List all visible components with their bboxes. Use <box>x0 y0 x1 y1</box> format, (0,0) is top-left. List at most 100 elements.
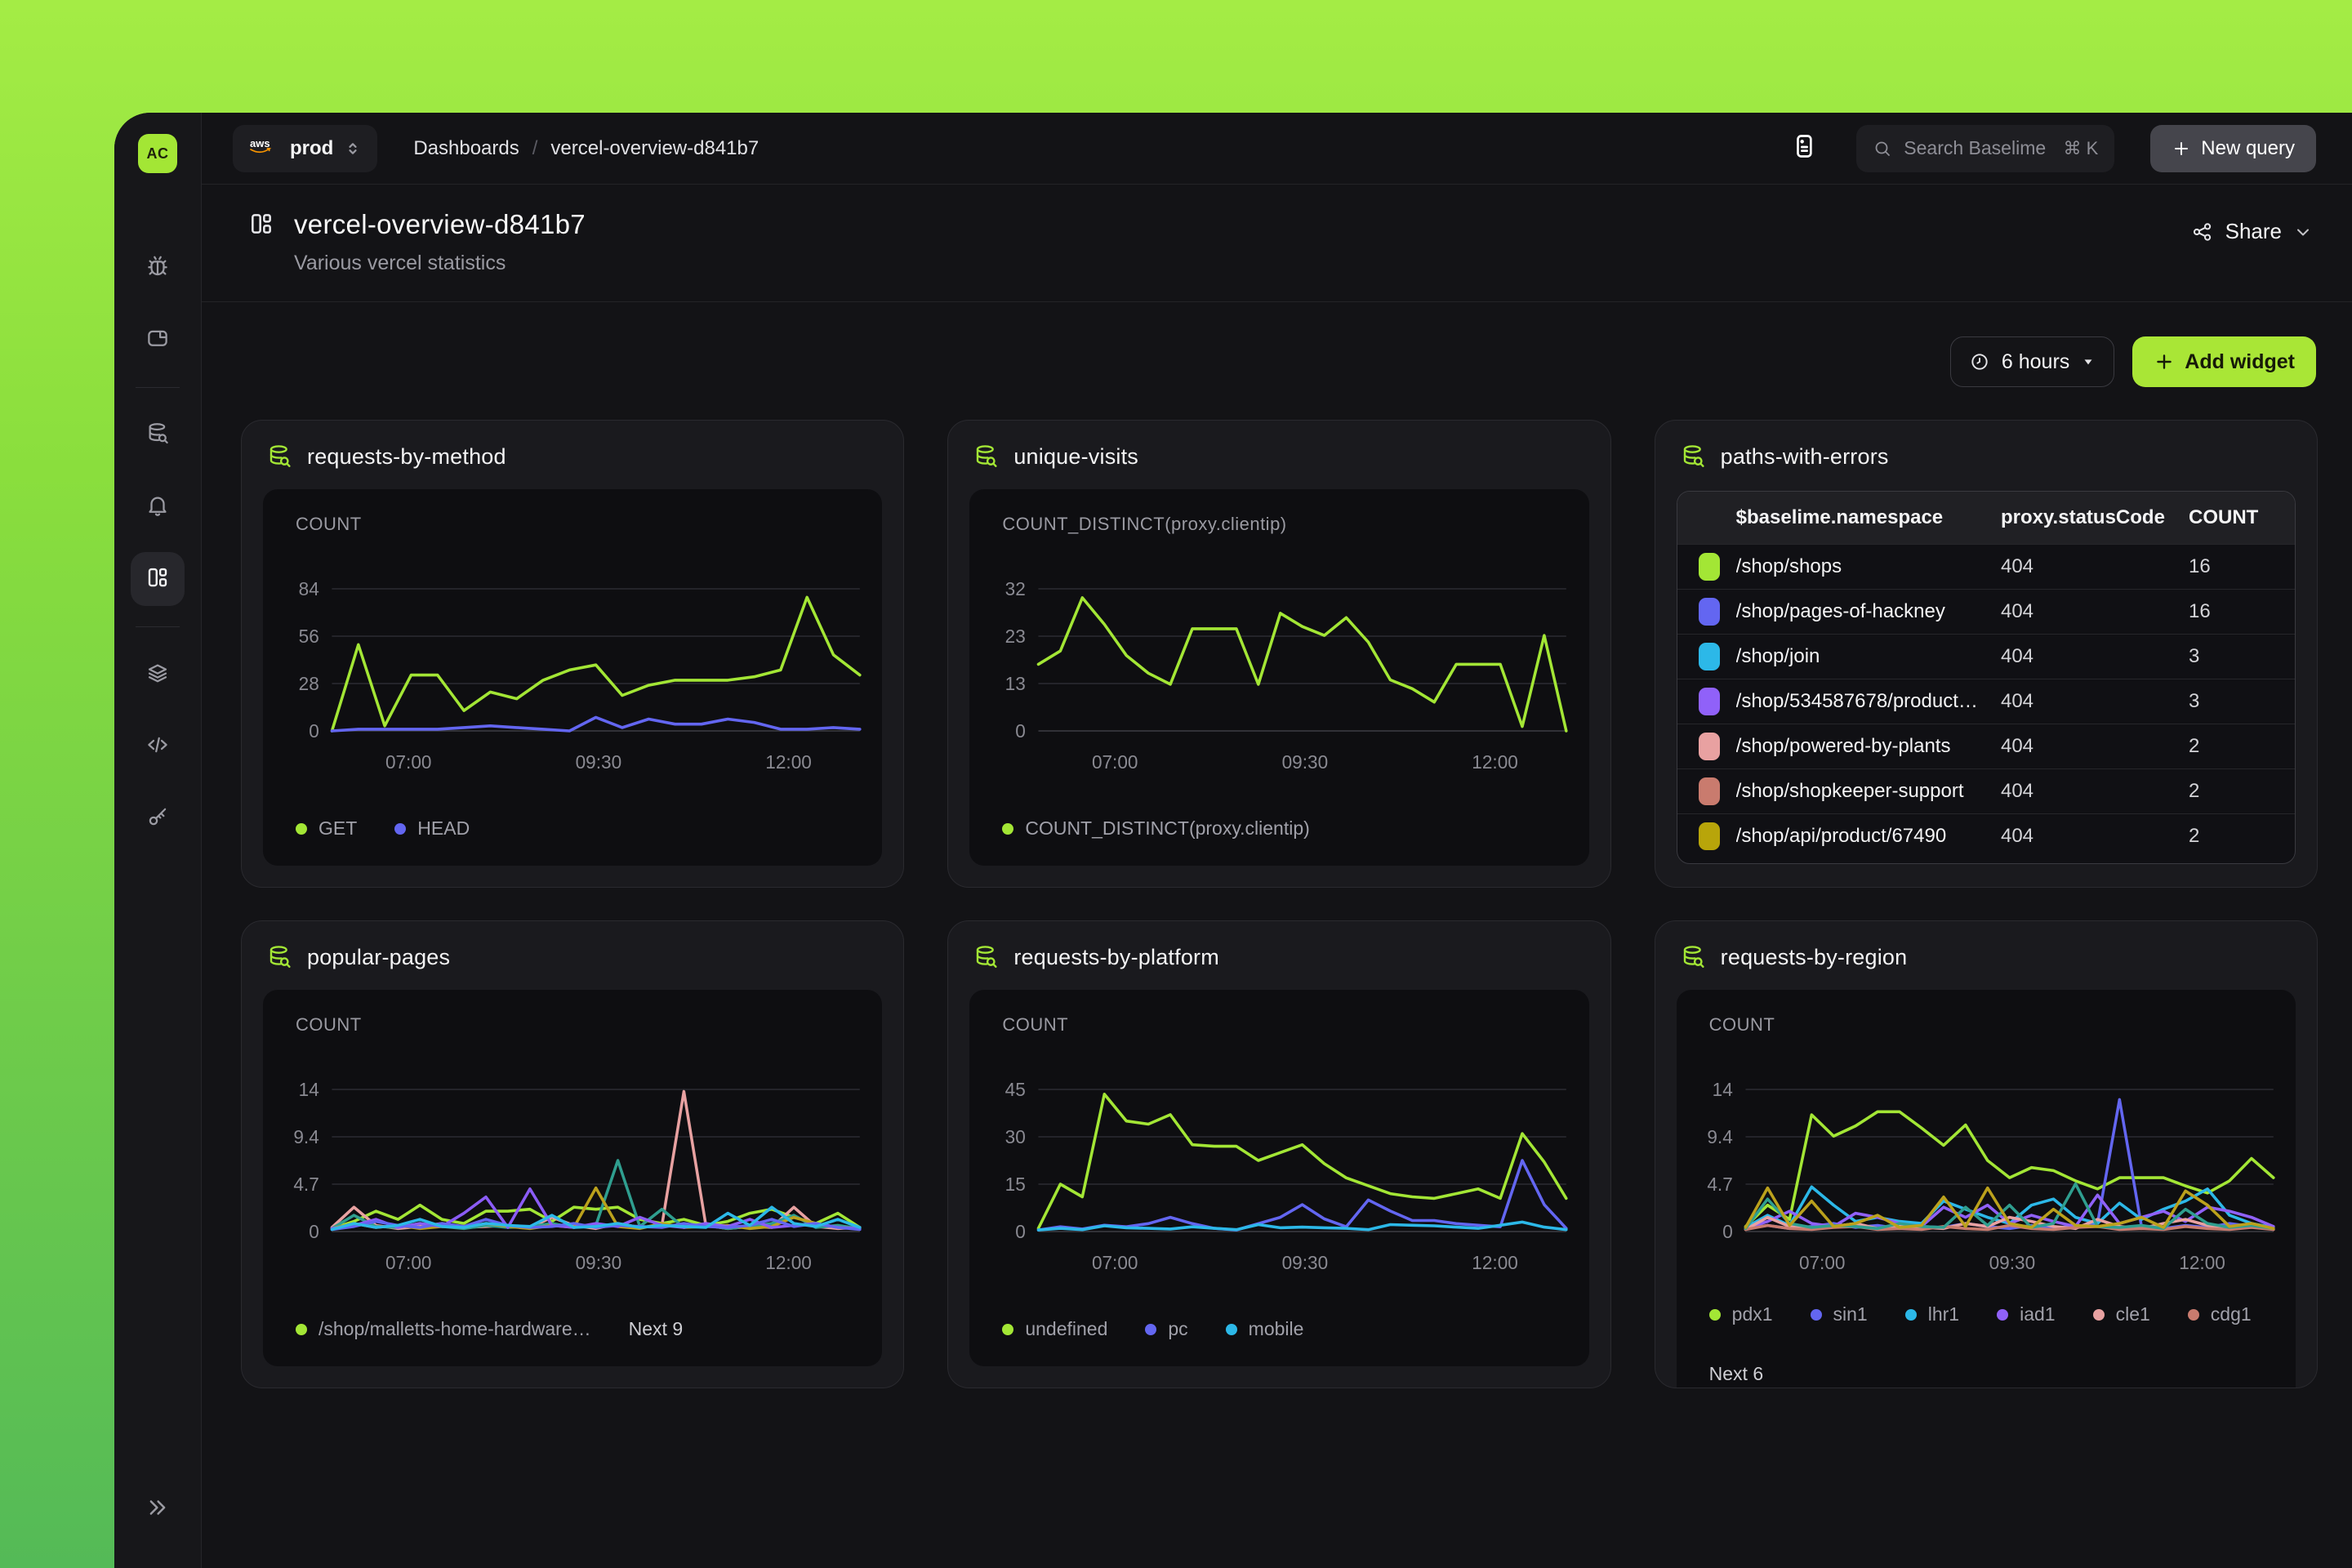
sidebar-item-layers[interactable] <box>131 648 185 702</box>
legend-item[interactable]: pdx1 <box>1709 1303 1773 1325</box>
table-row[interactable]: /shop/pages-of-hackney40416 <box>1677 589 2295 634</box>
database-search-icon <box>266 443 292 470</box>
legend-item[interactable]: HEAD <box>394 817 470 840</box>
journal-icon <box>1788 130 1820 167</box>
dashboard-icon <box>248 211 274 275</box>
share-label: Share <box>2225 219 2282 244</box>
table-cell: 404 <box>2001 600 2189 623</box>
series-color-chip <box>1699 822 1720 850</box>
table-cell: 404 <box>2001 780 2189 803</box>
legend-dot-icon <box>394 823 406 835</box>
widget-unique-visits: unique-visits COUNT_DISTINCT(proxy.clien… <box>947 420 1610 888</box>
series-color-chip <box>1699 553 1720 581</box>
sidebar-item-keys[interactable] <box>131 791 185 845</box>
search-input[interactable]: Search Baselime ⌘ K <box>1856 125 2114 172</box>
legend-item[interactable]: pc <box>1145 1318 1187 1340</box>
database-search-icon <box>1680 443 1706 470</box>
table-cell: 404 <box>2001 735 2189 758</box>
svg-text:07:00: 07:00 <box>1799 1252 1846 1273</box>
metric-label: COUNT <box>969 1014 1588 1036</box>
svg-text:12:00: 12:00 <box>1472 751 1519 773</box>
legend-next-button[interactable]: Next 9 <box>629 1318 683 1340</box>
legend-item[interactable]: lhr1 <box>1905 1303 1959 1325</box>
series-color-chip <box>1699 688 1720 715</box>
svg-text:07:00: 07:00 <box>1092 1252 1138 1273</box>
table-cell: 3 <box>2189 645 2295 668</box>
chart-legend: /shop/malletts-home-hardware… Next 9 <box>263 1305 882 1345</box>
legend-item[interactable]: /shop/malletts-home-hardware… <box>296 1318 591 1340</box>
page-subtitle: Various vercel statistics <box>294 252 586 275</box>
table-row[interactable]: /shop/shopkeeper-support4042 <box>1677 768 2295 813</box>
share-button[interactable]: Share <box>2191 219 2313 244</box>
svg-text:56: 56 <box>299 626 319 647</box>
legend-item[interactable]: mobile <box>1226 1318 1304 1340</box>
database-search-icon <box>1680 944 1706 970</box>
legend-item[interactable]: GET <box>296 817 357 840</box>
sidebar-item-alerts[interactable] <box>131 480 185 534</box>
changelog-button[interactable] <box>1788 130 1820 167</box>
table-cell: /shop/powered-by-plants <box>1736 735 2001 758</box>
svg-text:09:30: 09:30 <box>576 751 622 773</box>
chart-panel: COUNT 149.44.7007:0009:3012:00 pdx1sin1l… <box>1677 990 2296 1388</box>
layers-icon <box>145 661 170 689</box>
metric-label: COUNT <box>1677 1014 2296 1036</box>
sidebar-item-wallet[interactable] <box>131 313 185 367</box>
dashboard-controls: 6 hours Add widget <box>202 302 2352 420</box>
table-row[interactable]: /shop/shops40416 <box>1677 544 2295 589</box>
metric-label: COUNT_DISTINCT(proxy.clientip) <box>969 514 1588 535</box>
svg-text:0: 0 <box>1016 720 1027 742</box>
line-chart: 845628007:0009:3012:00 <box>263 535 882 790</box>
legend-label: undefined <box>1025 1318 1107 1340</box>
legend-item[interactable]: sin1 <box>1811 1303 1868 1325</box>
legend-item[interactable]: cle1 <box>2093 1303 2150 1325</box>
legend-dot-icon <box>1709 1309 1721 1321</box>
svg-text:9.4: 9.4 <box>293 1126 318 1147</box>
svg-text:09:30: 09:30 <box>1282 1252 1329 1273</box>
svg-text:12:00: 12:00 <box>1472 1252 1519 1273</box>
legend-label: pc <box>1168 1318 1187 1340</box>
errors-table: $baselime.namespaceproxy.statusCodeCOUNT… <box>1677 491 2296 864</box>
metric-label: COUNT <box>263 514 882 535</box>
series-color-chip <box>1699 733 1720 760</box>
sidebar-expand-button[interactable] <box>131 1482 185 1536</box>
legend-item[interactable]: cdg1 <box>2188 1303 2252 1325</box>
svg-text:4.7: 4.7 <box>293 1174 318 1195</box>
svg-text:0: 0 <box>1722 1221 1733 1242</box>
sidebar-item-bug[interactable] <box>131 241 185 295</box>
wallet-icon <box>145 326 170 354</box>
line-chart: 453015007:0009:3012:00 <box>969 1036 1588 1290</box>
table-row[interactable]: /shop/534587678/product…4043 <box>1677 679 2295 724</box>
svg-text:07:00: 07:00 <box>1092 751 1138 773</box>
legend-item[interactable]: COUNT_DISTINCT(proxy.clientip) <box>1002 817 1309 840</box>
add-widget-button[interactable]: Add widget <box>2132 336 2316 387</box>
database-search-icon <box>145 421 170 450</box>
table-cell: 404 <box>2001 825 2189 848</box>
avatar[interactable]: AC <box>138 134 177 173</box>
key-icon <box>145 804 170 833</box>
table-row[interactable]: /shop/api/product/674904042 <box>1677 813 2295 858</box>
new-query-button[interactable]: New query <box>2150 125 2316 172</box>
breadcrumb: Dashboards / vercel-overview-d841b7 <box>413 137 759 160</box>
time-range-selector[interactable]: 6 hours <box>1950 336 2114 387</box>
legend-next-button[interactable]: Next 6 <box>1709 1363 1763 1385</box>
table-row[interactable]: /shop/join4043 <box>1677 634 2295 679</box>
legend-item[interactable]: undefined <box>1002 1318 1107 1340</box>
svg-text:4.7: 4.7 <box>1707 1174 1732 1195</box>
svg-text:0: 0 <box>309 1221 319 1242</box>
environment-label: prod <box>290 137 333 160</box>
widget-requests-by-platform: requests-by-platform COUNT 453015007:000… <box>947 920 1610 1388</box>
main-area: aws prod Dashboards / vercel-overview-d8… <box>202 113 2352 1568</box>
breadcrumb-current[interactable]: vercel-overview-d841b7 <box>550 137 759 160</box>
sidebar-item-code[interactable] <box>131 719 185 773</box>
table-cell: 2 <box>2189 825 2295 848</box>
svg-text:07:00: 07:00 <box>385 751 432 773</box>
legend-item[interactable]: iad1 <box>1997 1303 2055 1325</box>
table-row[interactable]: /shop/powered-by-plants4042 <box>1677 724 2295 768</box>
breadcrumb-dashboards[interactable]: Dashboards <box>413 137 519 160</box>
legend-dot-icon <box>296 1324 307 1335</box>
table-cell: /shop/join <box>1736 645 2001 668</box>
sidebar-item-dashboards[interactable] <box>131 552 185 606</box>
line-chart: 149.44.7007:0009:3012:00 <box>263 1036 882 1290</box>
environment-selector[interactable]: aws prod <box>233 125 377 172</box>
sidebar-item-queries[interactable] <box>131 408 185 462</box>
